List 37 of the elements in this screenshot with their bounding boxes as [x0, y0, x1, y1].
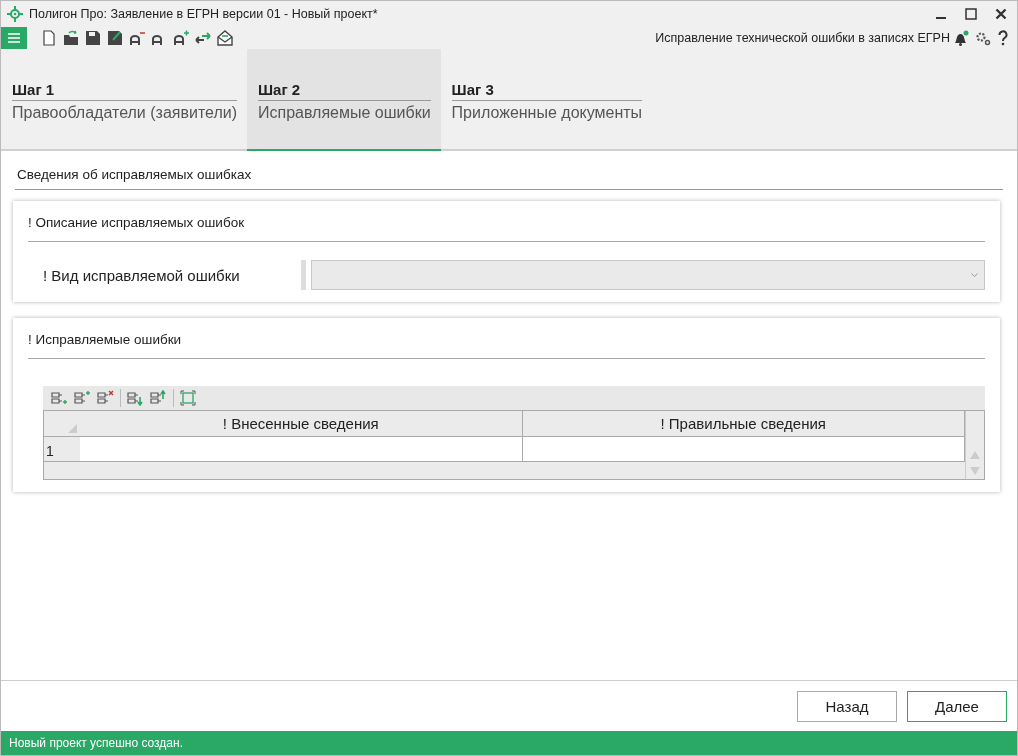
step-tab[interactable]: Шаг 1 Правообладатели (заявители)	[1, 49, 247, 149]
envelope-icon[interactable]	[217, 30, 233, 46]
window-title: Полигон Про: Заявление в ЕГРН версии 01 - Новый проект*	[29, 7, 379, 21]
move-up-icon[interactable]	[150, 390, 167, 406]
new-file-icon[interactable]	[41, 30, 57, 46]
next-button[interactable]: Далее	[907, 690, 1007, 722]
font-decrease-icon[interactable]	[129, 30, 145, 46]
open-folder-icon[interactable]	[63, 30, 79, 46]
step-tab[interactable]: Шаг 3 Приложенные документы	[440, 49, 653, 149]
field-label: ! Вид исправляемой ошибки	[42, 266, 241, 284]
status-bar: Новый проект успешно создан.	[1, 731, 1017, 755]
close-icon[interactable]	[995, 8, 1007, 20]
table-cell[interactable]	[80, 437, 523, 462]
bell-icon[interactable]	[952, 30, 969, 46]
panel-title: ! Исправляемые ошибки	[28, 332, 985, 359]
table-cell[interactable]	[522, 437, 965, 462]
save-as-icon[interactable]	[107, 30, 123, 46]
menu-icon	[8, 33, 20, 43]
settings-icon[interactable]	[975, 30, 991, 46]
field-marker	[301, 260, 306, 290]
move-down-icon[interactable]	[127, 390, 144, 406]
corner-triangle-icon	[68, 424, 77, 433]
panel-title: ! Описание исправляемых ошибок	[28, 215, 985, 242]
section-title: Сведения об исправляемых ошибках	[15, 167, 1003, 190]
insert-row-icon[interactable]	[74, 390, 91, 406]
step-tab[interactable]: Шаг 2 Исправляемые ошибки	[247, 49, 441, 151]
app-logo-icon	[7, 6, 23, 22]
font-increase-icon[interactable]	[173, 30, 189, 46]
save-icon[interactable]	[85, 30, 101, 46]
swap-arrows-icon[interactable]	[195, 30, 211, 46]
maximize-icon[interactable]	[965, 8, 977, 20]
add-row-icon[interactable]	[51, 390, 68, 406]
chevron-down-icon	[971, 272, 978, 278]
back-button[interactable]: Назад	[797, 690, 897, 722]
help-icon[interactable]	[997, 30, 1009, 46]
delete-row-icon[interactable]	[97, 390, 114, 406]
mode-label: Исправление технической ошибки в записях ЕГРН	[655, 31, 950, 45]
